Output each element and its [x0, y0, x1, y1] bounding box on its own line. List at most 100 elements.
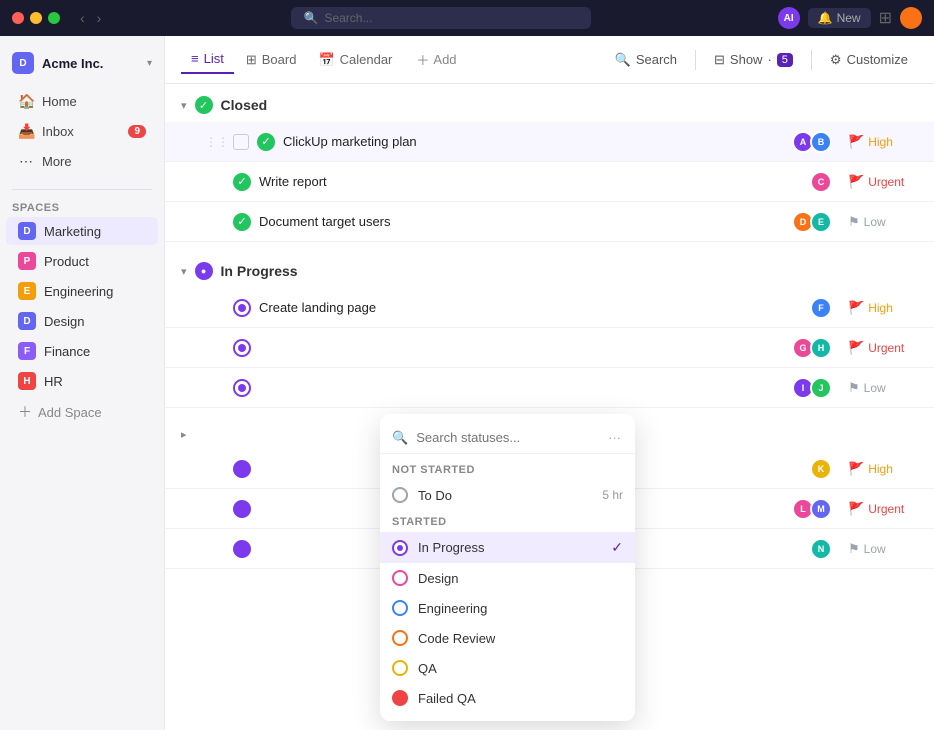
forward-button[interactable]: › — [93, 8, 106, 28]
task-assignees: N — [814, 538, 832, 560]
status-engineering-item[interactable]: Engineering — [380, 593, 635, 623]
avatar: H — [810, 337, 832, 359]
task-row[interactable]: ⋮⋮ ✓ ClickUp marketing plan A B 🚩 High — [165, 122, 934, 162]
status-qa-item[interactable]: QA — [380, 653, 635, 683]
show-count-badge: 5 — [777, 53, 793, 67]
window-controls — [12, 12, 60, 24]
inprogress-section-header: ▾ ● In Progress — [165, 250, 934, 288]
flag-icon: 🚩 — [848, 134, 864, 150]
failedqa-status-icon — [392, 690, 408, 706]
nav-arrows: ‹ › — [76, 8, 105, 28]
status-codereview-item[interactable]: Code Review — [380, 623, 635, 653]
engineering-status-icon — [392, 600, 408, 616]
task-status-icon — [233, 460, 251, 478]
dropdown-more-button[interactable]: ··· — [606, 428, 623, 447]
inprogress-toggle[interactable]: ▾ — [181, 265, 187, 278]
task-row[interactable]: Create landing page F 🚩 High — [165, 288, 934, 328]
task-assignees: I J — [796, 377, 832, 399]
user-avatar[interactable] — [900, 7, 922, 29]
flag-icon: 🚩 — [848, 501, 864, 517]
sidebar-item-inbox[interactable]: 📥 Inbox 9 — [6, 117, 158, 146]
flag-icon: ⚑ — [848, 214, 860, 230]
task-assignees: L M — [796, 498, 832, 520]
task-status-closed-icon: ✓ — [257, 133, 275, 151]
task-assignees: D E — [796, 211, 832, 233]
avatar: J — [810, 377, 832, 399]
back-button[interactable]: ‹ — [76, 8, 89, 28]
check-icon: ✓ — [611, 539, 623, 556]
show-button[interactable]: ⊟ Show · 5 — [704, 47, 803, 73]
second-toggle[interactable]: ▸ — [181, 428, 187, 441]
sidebar-item-more[interactable]: ⋯ More — [6, 147, 158, 176]
avatar: B — [810, 131, 832, 153]
task-status-icon — [233, 540, 251, 558]
not-started-section-label: NOT STARTED — [380, 458, 635, 480]
avatar: N — [810, 538, 832, 560]
product-space-label: Product — [44, 254, 89, 269]
flag-icon: 🚩 — [848, 461, 864, 477]
flag-icon: ⚑ — [848, 541, 860, 557]
design-label: Design — [418, 571, 623, 586]
task-row[interactable]: ✓ Write report C 🚩 Urgent — [165, 162, 934, 202]
topbar-divider-2 — [811, 50, 812, 70]
task-assignees: K — [814, 458, 832, 480]
sidebar-item-product[interactable]: P Product — [6, 247, 158, 275]
dropdown-search-input[interactable] — [416, 430, 598, 445]
task-checkbox[interactable] — [233, 134, 249, 150]
status-inprogress-item[interactable]: In Progress ✓ — [380, 532, 635, 563]
workspace-selector[interactable]: D Acme Inc. ▾ — [0, 44, 164, 82]
tab-calendar[interactable]: 📅 Calendar — [308, 46, 402, 74]
task-title: ClickUp marketing plan — [283, 134, 796, 149]
drag-handle-icon[interactable]: ⋮⋮ — [205, 135, 229, 149]
sidebar-item-engineering[interactable]: E Engineering — [6, 277, 158, 305]
ai-badge[interactable]: AI — [778, 7, 800, 29]
task-assignees: A B — [796, 131, 832, 153]
todo-label: To Do — [418, 488, 592, 503]
task-assignees: G H — [796, 337, 832, 359]
add-space-button[interactable]: ＋ Add Space — [6, 397, 158, 427]
sidebar-item-marketing[interactable]: D Marketing — [6, 217, 158, 245]
codereview-status-icon — [392, 630, 408, 646]
minimize-dot[interactable] — [30, 12, 42, 24]
codereview-label: Code Review — [418, 631, 623, 646]
home-icon: 🏠 — [18, 93, 34, 110]
avatar: E — [810, 211, 832, 233]
task-row[interactable]: G H 🚩 Urgent — [165, 328, 934, 368]
engineering-label: Engineering — [418, 601, 623, 616]
sidebar-item-design[interactable]: D Design — [6, 307, 158, 335]
new-button[interactable]: 🔔 New — [808, 8, 871, 28]
status-dropdown: 🔍 ··· NOT STARTED To Do 5 hr STARTED In … — [380, 414, 635, 721]
search-icon: 🔍 — [303, 11, 318, 25]
status-todo-item[interactable]: To Do 5 hr — [380, 480, 635, 510]
sidebar-item-finance[interactable]: F Finance — [6, 337, 158, 365]
dropdown-search-icon: 🔍 — [392, 430, 408, 446]
sidebar-item-hr[interactable]: H HR — [6, 367, 158, 395]
task-row[interactable]: I J ⚑ Low — [165, 368, 934, 408]
workspace-name: Acme Inc. — [42, 56, 139, 71]
task-status-inprogress-icon — [233, 299, 251, 317]
task-status-icon — [233, 500, 251, 518]
tab-list[interactable]: ≡ List — [181, 45, 234, 74]
started-section-label: STARTED — [380, 510, 635, 532]
add-view-button[interactable]: ＋ Add — [406, 45, 466, 74]
product-space-icon: P — [18, 252, 36, 270]
closed-toggle[interactable]: ▾ — [181, 99, 187, 112]
inbox-badge: 9 — [128, 125, 146, 138]
maximize-dot[interactable] — [48, 12, 60, 24]
engineering-space-icon: E — [18, 282, 36, 300]
sidebar-item-home[interactable]: 🏠 Home — [6, 87, 158, 116]
search-button[interactable]: 🔍 Search — [605, 47, 687, 73]
customize-button[interactable]: ⚙ Customize — [820, 47, 918, 73]
status-design-item[interactable]: Design — [380, 563, 635, 593]
marketing-space-label: Marketing — [44, 224, 101, 239]
status-failedqa-item[interactable]: Failed QA — [380, 683, 635, 713]
task-row[interactable]: ✓ Document target users D E ⚑ Low — [165, 202, 934, 242]
tab-board[interactable]: ⊞ Board — [236, 46, 307, 74]
dropdown-search-area: 🔍 ··· — [380, 422, 635, 454]
task-assignees: C — [814, 171, 832, 193]
global-search-input[interactable]: 🔍 Search... — [291, 7, 591, 29]
close-dot[interactable] — [12, 12, 24, 24]
grid-icon[interactable]: ⊞ — [879, 8, 892, 28]
todo-status-icon — [392, 487, 408, 503]
inprogress-section-label: In Progress — [221, 263, 298, 279]
